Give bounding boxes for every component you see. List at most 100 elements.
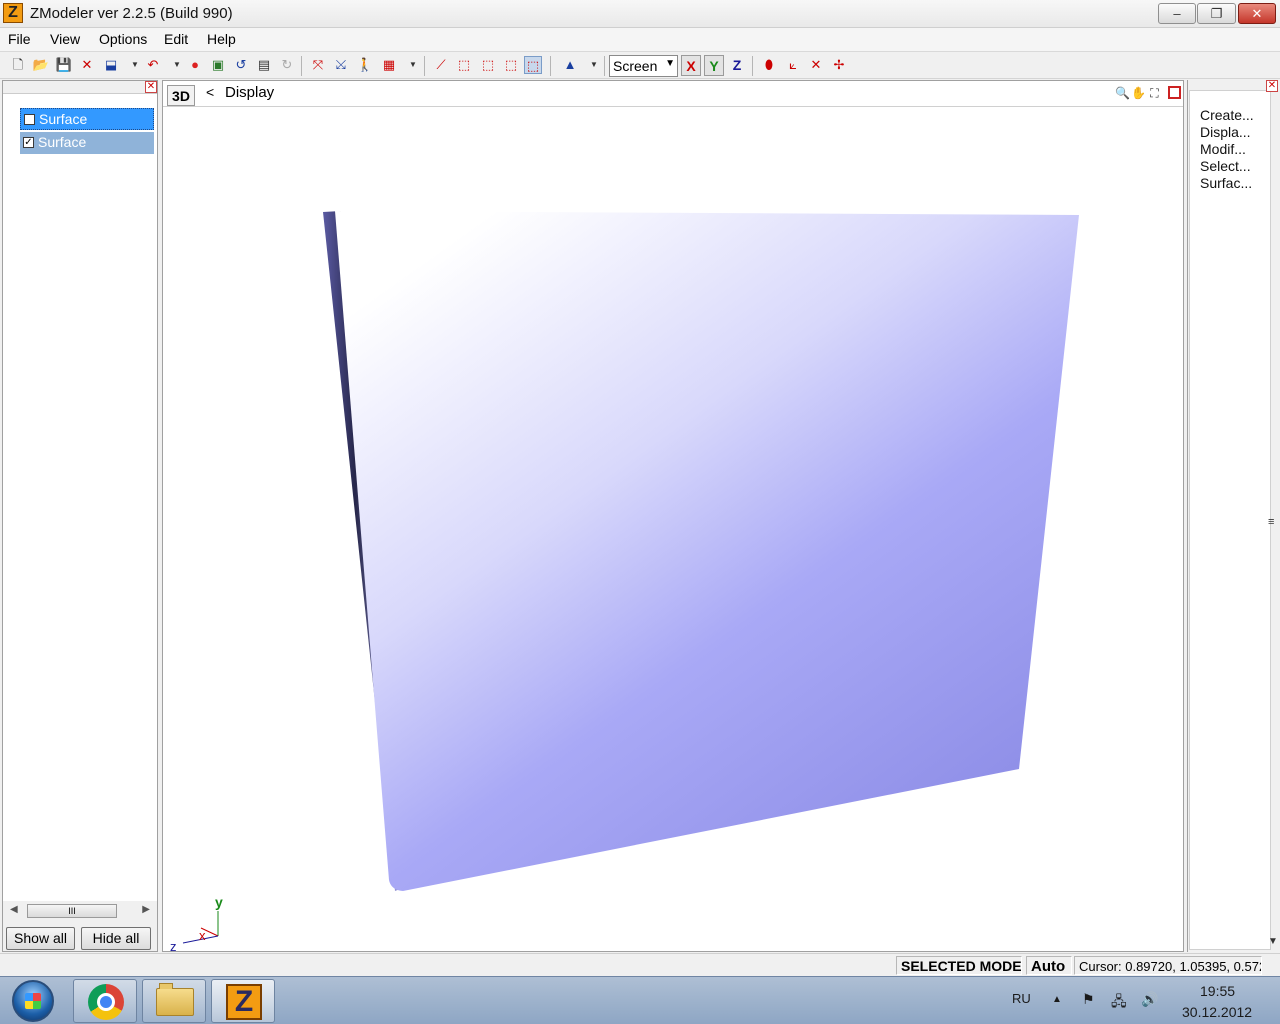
undo-red-icon[interactable]: ↶ xyxy=(144,56,162,74)
zoom-icon[interactable]: 🔍 xyxy=(1115,86,1130,101)
open-file-icon[interactable]: 📂 xyxy=(32,56,50,74)
visibility-checkbox[interactable]: ✓ xyxy=(23,137,34,148)
close-file-icon[interactable]: ✕ xyxy=(78,56,96,74)
save-icon[interactable]: 💾 xyxy=(55,56,73,74)
viewport[interactable]: 3D < Display 🔍 ✋ ⛶ y x z xyxy=(162,80,1184,952)
splitter-grip-icon[interactable]: ≡ xyxy=(1268,516,1274,528)
menu-view[interactable]: View xyxy=(50,31,80,47)
network-icon[interactable]: 🖧 xyxy=(1111,991,1127,1015)
rotate-gizmo-icon[interactable]: ✢ xyxy=(830,56,848,74)
toolbar: 🗋 📂 💾 ✕ ⬓ ▼ ↶ ▼ ● ▣ ↺ ▤ ↻ ⤧ ⤩ 🚶 ▦ ▼ ⟋ ⬚ … xyxy=(0,53,1280,79)
shading-icon[interactable]: ▲ xyxy=(561,56,579,74)
axis-z-label: z xyxy=(170,939,177,951)
restore-button[interactable]: ❐ xyxy=(1197,3,1236,24)
minimize-button[interactable]: – xyxy=(1158,3,1196,24)
scrollbar-thumb[interactable]: III xyxy=(27,904,117,918)
menu-file[interactable]: File xyxy=(8,31,31,47)
visibility-checkbox[interactable] xyxy=(24,114,35,125)
close-icon[interactable]: ✕ xyxy=(1266,80,1278,92)
status-message xyxy=(4,956,894,975)
pan-hand-icon[interactable]: ✋ xyxy=(1131,86,1146,101)
menu-options[interactable]: Options xyxy=(99,31,147,47)
close-button[interactable]: ✕ xyxy=(1238,3,1276,24)
status-auto: Auto xyxy=(1026,956,1072,975)
import-icon[interactable]: ⬓ xyxy=(102,56,120,74)
toolbar-separator xyxy=(424,56,425,76)
document-icon[interactable]: ▤ xyxy=(255,56,273,74)
command-modify[interactable]: Modif... xyxy=(1200,141,1246,157)
maximize-view-icon[interactable]: ⛶ xyxy=(1147,86,1162,101)
toolbar-separator xyxy=(752,56,753,76)
clock-date[interactable]: 30.12.2012 xyxy=(1182,1004,1252,1020)
folder-icon xyxy=(156,983,194,1016)
chevron-down-icon: ▼ xyxy=(665,58,675,69)
objects-tree: Surface ✓ Surface xyxy=(3,93,157,901)
command-surface[interactable]: Surfac... xyxy=(1200,175,1252,191)
walk-tool-icon[interactable]: 🚶 xyxy=(356,56,374,74)
undo-dropdown-icon[interactable]: ▼ xyxy=(168,56,186,74)
hide-all-button[interactable]: Hide all xyxy=(81,927,151,950)
image-icon[interactable]: ▣ xyxy=(209,56,227,74)
paint-tool-icon[interactable]: ▦ xyxy=(380,56,398,74)
command-display[interactable]: Displa... xyxy=(1200,124,1251,140)
scale-gizmo-icon[interactable]: ✕ xyxy=(807,56,825,74)
axis-x-toggle[interactable]: X xyxy=(681,55,701,76)
objects-panel: ✕ Surface ✓ Surface ◀ III ▶ Show all Hid… xyxy=(2,80,158,952)
object-mode-icon[interactable]: ⬚ xyxy=(524,56,542,74)
commands-list: Create... Displa... Modif... Select... S… xyxy=(1189,90,1271,950)
scroll-down-icon[interactable]: ▼ xyxy=(1268,936,1278,947)
window-title: ZModeler ver 2.2.5 (Build 990) xyxy=(30,5,233,22)
tool-dropdown-icon[interactable]: ▼ xyxy=(404,56,422,74)
tree-item-surface[interactable]: ✓ Surface xyxy=(20,132,154,154)
status-cursor: Cursor: 0.89720, 1.05395, 0.5727 xyxy=(1074,956,1262,975)
tree-item-surface[interactable]: Surface xyxy=(20,108,154,130)
axis-z-toggle[interactable]: Z xyxy=(727,55,747,76)
vertex-mode-icon[interactable]: ⟋ xyxy=(432,56,450,74)
edge-mode-icon[interactable]: ⬚ xyxy=(455,56,473,74)
viewport-header: 3D < Display 🔍 ✋ ⛶ xyxy=(163,81,1183,107)
toolbar-separator xyxy=(604,56,605,76)
surface-mode-icon[interactable]: ⬚ xyxy=(502,56,520,74)
volume-icon[interactable]: 🔊 xyxy=(1141,991,1158,1008)
surface-face[interactable] xyxy=(335,211,1079,891)
close-viewport-icon[interactable] xyxy=(1168,86,1181,99)
command-create[interactable]: Create... xyxy=(1200,107,1254,123)
menu-help[interactable]: Help xyxy=(207,31,236,47)
back-button[interactable]: < xyxy=(206,84,214,100)
shading-dropdown-icon[interactable]: ▼ xyxy=(585,56,603,74)
status-bar: SELECTED MODE Auto Cursor: 0.89720, 1.05… xyxy=(0,953,1280,976)
menu-edit[interactable]: Edit xyxy=(164,31,188,47)
clock-time[interactable]: 19:55 xyxy=(1200,983,1235,999)
scroll-left-icon[interactable]: ◀ xyxy=(10,904,18,915)
redo-icon[interactable]: ↻ xyxy=(278,56,296,74)
close-icon[interactable]: ✕ xyxy=(145,81,157,93)
undo-icon[interactable]: ↺ xyxy=(232,56,250,74)
start-button[interactable] xyxy=(12,980,54,1022)
axis-y-toggle[interactable]: Y xyxy=(704,55,724,76)
viewport-title: Display xyxy=(225,84,275,101)
taskbar: Z RU ▲ ⚑ 🖧 🔊 19:55 30.12.2012 xyxy=(0,976,1280,1024)
record-icon[interactable]: ● xyxy=(186,56,204,74)
axis-x-label: x xyxy=(199,928,206,943)
horizontal-scrollbar[interactable]: ◀ III ▶ xyxy=(8,903,154,919)
scroll-right-icon[interactable]: ▶ xyxy=(142,904,150,915)
show-all-button[interactable]: Show all xyxy=(6,927,75,950)
taskbar-chrome[interactable] xyxy=(73,979,137,1023)
language-indicator[interactable]: RU xyxy=(1012,991,1031,1006)
3d-scene[interactable]: y x z xyxy=(163,108,1183,951)
axis-gizmo: y x z xyxy=(170,894,223,951)
command-select[interactable]: Select... xyxy=(1200,158,1251,174)
new-file-icon[interactable]: 🗋 xyxy=(9,56,27,74)
import-dropdown-icon[interactable]: ▼ xyxy=(126,56,144,74)
move-tool-icon[interactable]: ⤩ xyxy=(332,56,350,74)
axis-gizmo-icon[interactable]: ⟀ xyxy=(784,56,802,74)
taskbar-zmodeler[interactable]: Z xyxy=(211,979,275,1023)
view-mode-button[interactable]: 3D xyxy=(167,85,195,106)
select-tool-icon[interactable]: ⤧ xyxy=(309,56,327,74)
action-center-flag-icon[interactable]: ⚑ xyxy=(1082,991,1095,1008)
face-mode-icon[interactable]: ⬚ xyxy=(479,56,497,74)
snap-icon[interactable]: ⬮ xyxy=(760,56,778,74)
taskbar-explorer[interactable] xyxy=(142,979,206,1023)
coordinate-space-select[interactable]: Screen ▼ xyxy=(609,55,678,77)
show-hidden-icons-icon[interactable]: ▲ xyxy=(1052,994,1062,1005)
